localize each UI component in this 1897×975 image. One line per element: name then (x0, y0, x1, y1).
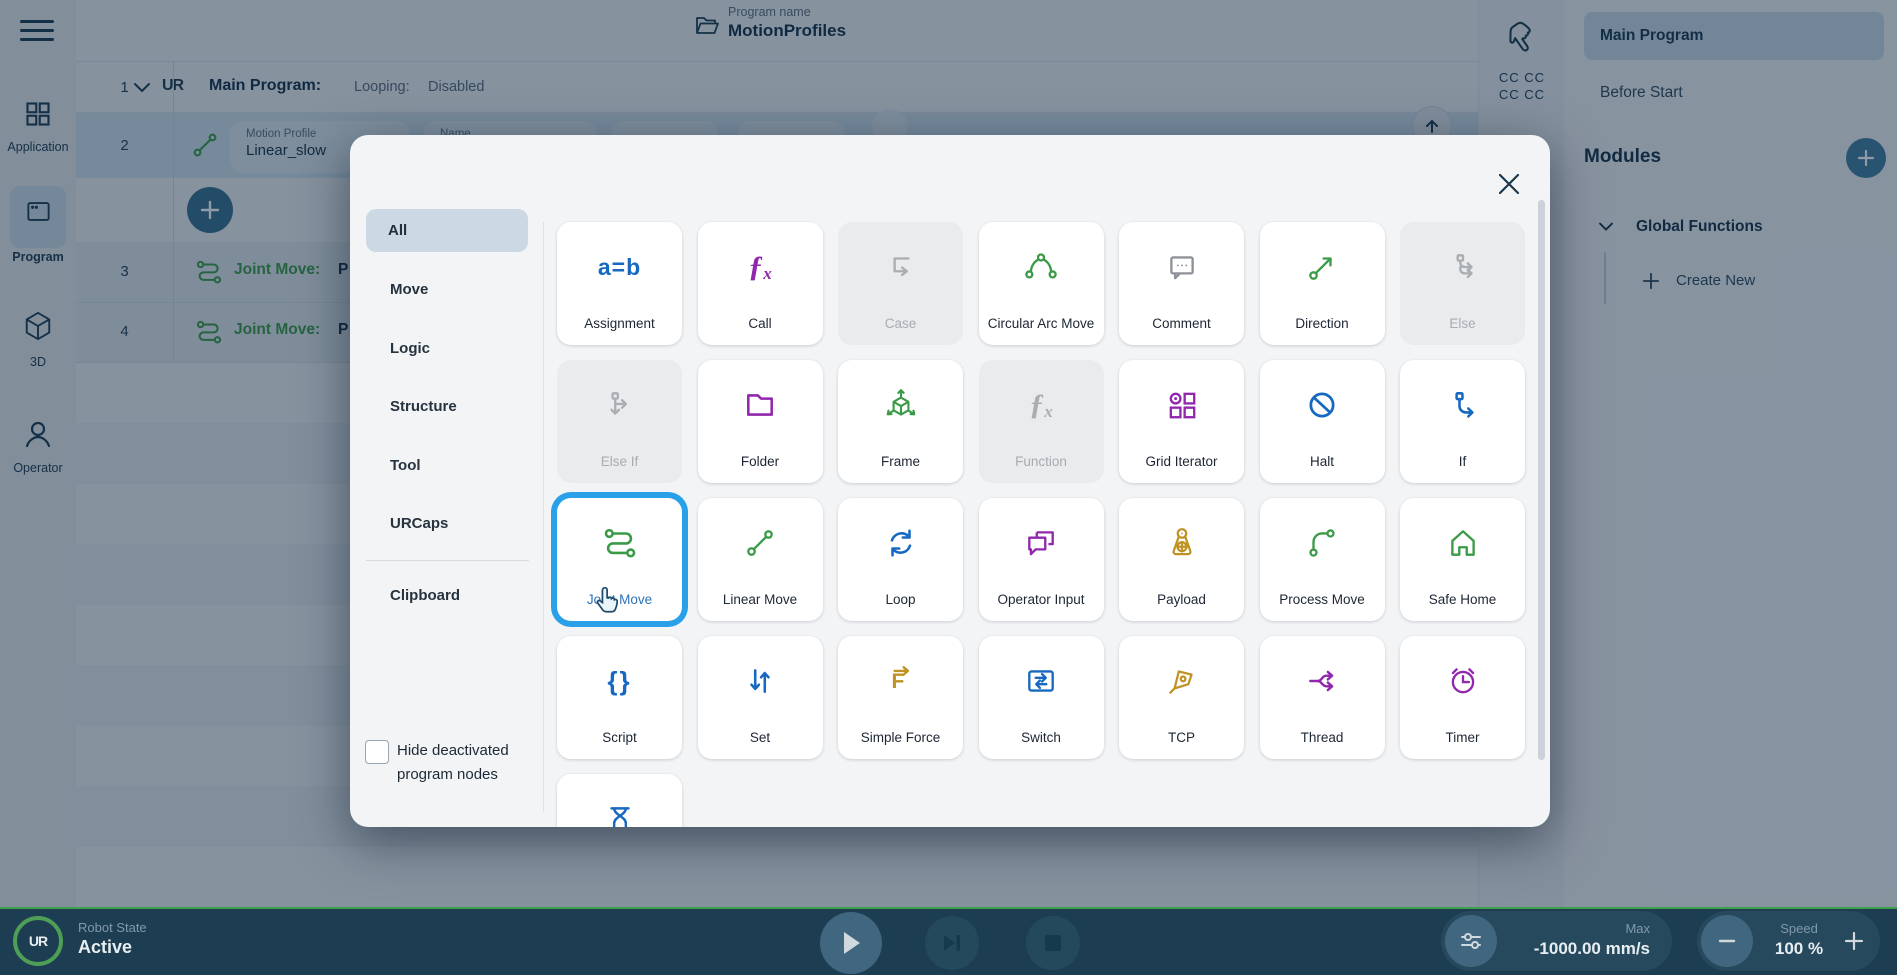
halt-icon (1305, 384, 1339, 426)
stop-button[interactable] (1026, 916, 1080, 970)
call-fx-icon: ƒx (748, 246, 772, 288)
node-tile-if[interactable]: If (1400, 360, 1525, 483)
node-tile-simple-force[interactable]: F Simple Force (838, 636, 963, 759)
joint-move-icon (601, 522, 639, 564)
category-all[interactable]: All (366, 209, 528, 252)
max-speed-control[interactable]: Max -1000.00 mm/s (1441, 911, 1672, 971)
node-tile-loop[interactable]: Loop (838, 498, 963, 621)
play-button[interactable] (820, 912, 882, 974)
checkbox-label-line1: Hide deactivated (397, 742, 509, 759)
thread-icon (1305, 660, 1339, 702)
category-label: All (388, 222, 407, 239)
node-tile-timer[interactable]: Timer (1400, 636, 1525, 759)
else-if-icon (603, 384, 637, 426)
speed-minus-button[interactable] (1701, 915, 1753, 967)
node-tile-grid-iterator[interactable]: Grid Iterator (1119, 360, 1244, 483)
frame-icon (883, 384, 919, 426)
simple-force-icon: F (884, 660, 918, 702)
set-icon (743, 660, 777, 702)
max-value: -1000.00 mm/s (1534, 939, 1650, 959)
footer-bar: UR Robot State Active Max -1000.00 mm/s … (0, 907, 1897, 975)
category-divider (366, 560, 529, 561)
ur-logo: UR (13, 916, 63, 966)
category-logic[interactable]: Logic (390, 340, 430, 357)
node-tile-else: Else (1400, 222, 1525, 345)
max-label: Max (1625, 921, 1650, 936)
node-tile-process-move[interactable]: Process Move (1260, 498, 1385, 621)
node-tile-function: ƒx Function (979, 360, 1104, 483)
node-tile-operator-input[interactable]: Operator Input (979, 498, 1104, 621)
hourglass-icon (603, 798, 637, 827)
script-braces-icon: {} (607, 660, 631, 702)
stop-icon (1043, 933, 1063, 953)
category-tool[interactable]: Tool (390, 457, 421, 474)
node-tile-linear-move[interactable]: Linear Move (698, 498, 823, 621)
speed-label: Speed (1769, 921, 1829, 936)
modal-scrollbar[interactable] (1538, 200, 1545, 760)
modal-divider (543, 222, 544, 812)
else-icon (1446, 246, 1480, 288)
loop-icon (884, 522, 918, 564)
speed-control[interactable]: Speed 100 % (1697, 911, 1880, 971)
if-icon (1446, 384, 1480, 426)
close-icon[interactable] (1496, 171, 1522, 197)
folder-icon (743, 384, 777, 426)
circular-arc-move-icon (1023, 246, 1059, 288)
node-tile-tcp[interactable]: TCP (1119, 636, 1244, 759)
function-fx-icon: ƒx (1029, 384, 1053, 426)
app-window: Program name MotionProfiles 1 UR Main Pr… (0, 0, 1897, 975)
robot-state-value: Active (78, 937, 132, 958)
node-tile-halt[interactable]: Halt (1260, 360, 1385, 483)
hide-deactivated-checkbox[interactable] (365, 740, 389, 764)
node-tile-set[interactable]: Set (698, 636, 823, 759)
node-tile-wait[interactable] (557, 774, 682, 827)
node-tile-safe-home[interactable]: Safe Home (1400, 498, 1525, 621)
tcp-icon (1165, 660, 1199, 702)
node-tile-assignment[interactable]: a=b Assignment (557, 222, 682, 345)
node-tile-switch[interactable]: Switch (979, 636, 1104, 759)
category-move[interactable]: Move (390, 281, 428, 298)
node-tile-script[interactable]: {} Script (557, 636, 682, 759)
node-tile-else-if: Else If (557, 360, 682, 483)
direction-icon (1305, 246, 1339, 288)
skip-button[interactable] (925, 916, 979, 970)
node-tile-circular-arc-move[interactable]: Circular Arc Move (979, 222, 1104, 345)
cursor-pointer (595, 585, 621, 615)
assignment-icon: a=b (598, 246, 641, 288)
comment-icon (1165, 246, 1199, 288)
safe-home-icon (1446, 522, 1480, 564)
node-tile-frame[interactable]: Frame (838, 360, 963, 483)
process-move-icon (1305, 522, 1339, 564)
category-urcaps[interactable]: URCaps (390, 515, 448, 532)
operator-input-icon (1024, 522, 1058, 564)
speed-value: 100 % (1769, 939, 1829, 959)
node-grid: a=b Assignment ƒx Call Case Circular Arc… (557, 222, 1525, 827)
robot-state-label: Robot State (78, 920, 147, 935)
minus-icon (1717, 931, 1737, 951)
grid-iterator-icon (1165, 384, 1199, 426)
case-icon (884, 246, 918, 288)
node-tile-payload[interactable]: Payload (1119, 498, 1244, 621)
timer-icon (1446, 660, 1480, 702)
category-clipboard[interactable]: Clipboard (390, 587, 460, 604)
play-icon (839, 930, 863, 956)
node-tile-folder[interactable]: Folder (698, 360, 823, 483)
switch-icon (1024, 660, 1058, 702)
speed-plus-button[interactable] (1843, 930, 1865, 952)
node-picker-modal: All Move Logic Structure Tool URCaps Cli… (350, 135, 1550, 827)
category-structure[interactable]: Structure (390, 398, 457, 415)
node-tile-thread[interactable]: Thread (1260, 636, 1385, 759)
node-tile-call[interactable]: ƒx Call (698, 222, 823, 345)
node-tile-direction[interactable]: Direction (1260, 222, 1385, 345)
skip-icon (941, 932, 963, 954)
payload-icon (1165, 522, 1199, 564)
linear-move-icon (743, 522, 777, 564)
node-tile-case: Case (838, 222, 963, 345)
checkbox-label-line2: program nodes (397, 766, 498, 783)
speed-slider-button[interactable] (1445, 915, 1497, 967)
node-tile-comment[interactable]: Comment (1119, 222, 1244, 345)
sliders-icon (1458, 928, 1484, 954)
ur-logo-text: UR (29, 933, 47, 949)
